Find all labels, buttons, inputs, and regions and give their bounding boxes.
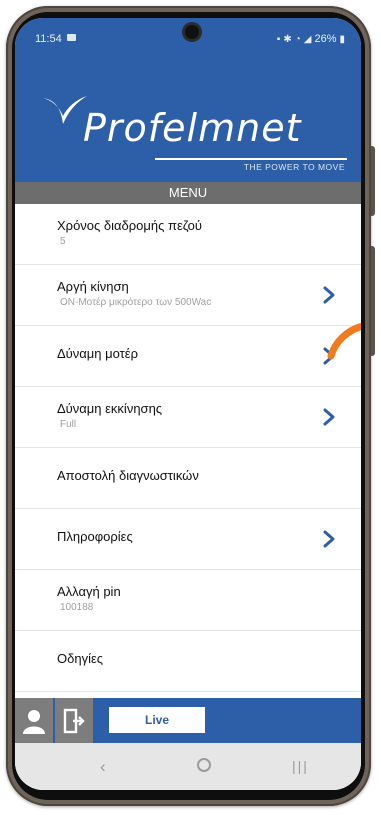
menu-item-label: Δύναμη μοτέρ — [57, 346, 139, 361]
chevron-right-icon[interactable] — [319, 285, 339, 305]
menu-item-label: Αλλαγή pin — [57, 584, 121, 599]
menu-item-label: Πληροφορίες — [57, 529, 133, 544]
live-button[interactable]: Live — [109, 707, 205, 733]
status-icons: ▪ ✱ ◔ ◢ 26% ▮ — [277, 33, 345, 45]
menu-item-label: Δύναμη εκκίνησης — [57, 401, 163, 416]
menu-item[interactable]: Δύναμη εκκίνησης Full — [15, 387, 361, 448]
menu-item-value: 100188 — [60, 602, 94, 613]
menu-item[interactable]: Οδηγίες — [15, 631, 361, 692]
menu-title: MENU — [15, 182, 361, 204]
chevron-right-icon[interactable] — [319, 407, 339, 427]
app-header: Profelmnet THE POWER TO MOVE — [15, 54, 361, 182]
battery-icon: ▮ — [339, 33, 345, 45]
nfc-icon: ▪ — [276, 33, 281, 45]
exit-button[interactable] — [55, 698, 93, 743]
android-nav-bar: ‹ ||| — [15, 743, 361, 790]
gallery-notification-icon — [67, 34, 76, 41]
bluetooth-icon: ✱ — [283, 33, 292, 45]
menu-item-label: Αποστολή διαγνωστικών — [57, 468, 199, 483]
menu-item[interactable]: Χρόνος διαδρομής πεζού 5 — [15, 204, 361, 265]
chevron-right-icon[interactable] — [319, 529, 339, 549]
menu-item[interactable]: Αλλαγή pin 100188 — [15, 570, 361, 631]
nav-recent-apps-icon[interactable]: ||| — [292, 758, 309, 774]
menu-item[interactable]: Πληροφορίες — [15, 509, 361, 570]
brand-swoosh-icon — [43, 96, 87, 124]
phone-frame: 11:54 ▪ ✱ ◔ ◢ 26% ▮ Profelmnet THE POWER… — [6, 6, 375, 806]
exit-door-icon — [63, 708, 85, 733]
menu-item[interactable]: Αποστολή διαγνωστικών — [15, 448, 361, 509]
menu-item[interactable]: Αργή κίνηση ON-Μοτέρ μικρότερο των 500Wac — [15, 265, 361, 326]
menu-item[interactable]: Δύναμη μοτέρ — [15, 326, 361, 387]
front-camera — [185, 25, 199, 39]
menu-list: Χρόνος διαδρομής πεζού 5 Αργή κίνηση ON-Μοτ… — [15, 204, 361, 692]
bottom-toolbar: Live — [15, 698, 361, 743]
menu-item-label: Αργή κίνηση — [57, 279, 129, 294]
battery-text: 26% — [314, 33, 337, 45]
phone-screen: 11:54 ▪ ✱ ◔ ◢ 26% ▮ Profelmnet THE POWER… — [15, 18, 361, 790]
menu-item-value: Full — [60, 419, 77, 430]
menu-item-value: 5 — [60, 236, 66, 247]
menu-item-label: Οδηγίες — [57, 651, 104, 666]
user-icon — [23, 709, 45, 734]
wifi-icon: ◔ — [294, 33, 301, 45]
menu-item-label: Χρόνος διαδρομής πεζού — [57, 218, 202, 233]
brand-logo: Profelmnet — [83, 106, 302, 150]
swipe-hint-icon — [327, 322, 361, 360]
nav-home-icon[interactable] — [197, 758, 211, 772]
nav-back-icon[interactable]: ‹ — [100, 757, 106, 777]
menu-item-value: ON-Μοτέρ μικρότερο των 500Wac — [60, 297, 212, 308]
power-button — [371, 146, 375, 216]
logo-underline — [155, 158, 347, 160]
status-time: 11:54 — [35, 33, 62, 45]
user-button[interactable] — [15, 698, 53, 743]
volume-button — [371, 246, 375, 356]
signal-icon: ◢ — [303, 33, 312, 45]
brand-tagline: THE POWER TO MOVE — [243, 162, 345, 172]
